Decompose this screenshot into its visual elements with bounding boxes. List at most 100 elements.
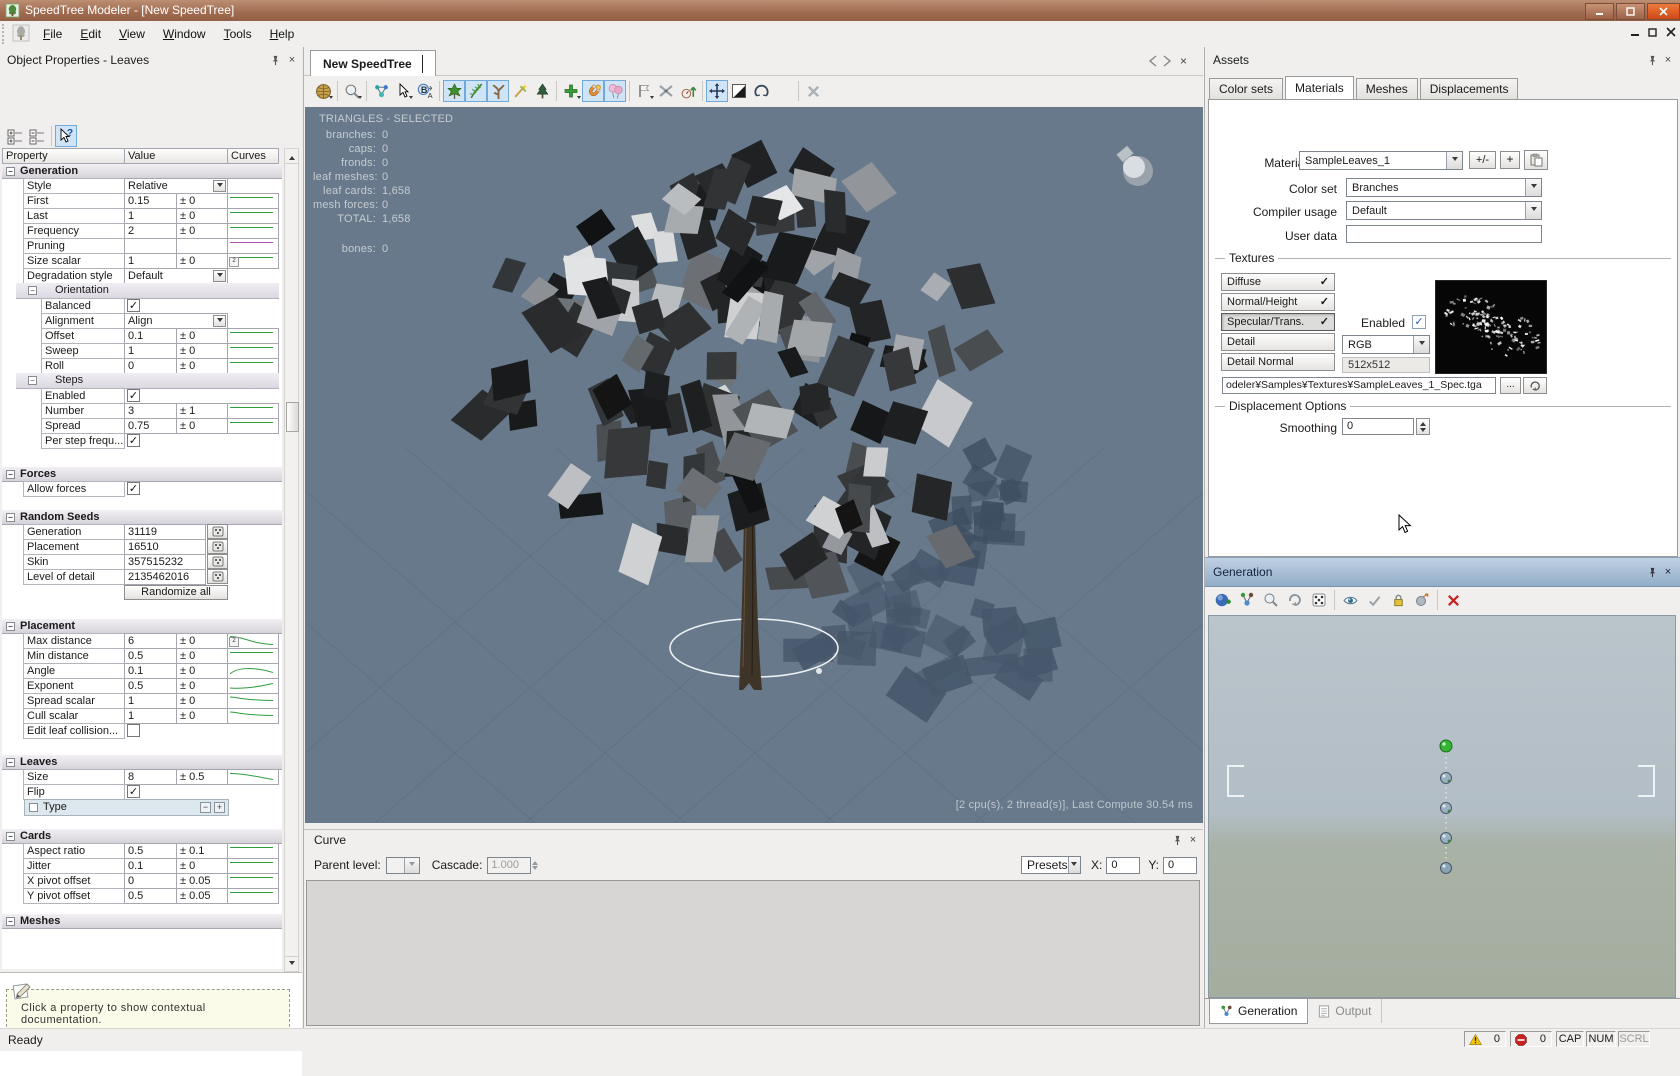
enable-check-icon[interactable] — [1362, 589, 1386, 611]
help-pointer-icon[interactable]: ? — [55, 125, 77, 147]
property-variance[interactable]: ± 0.1 — [176, 843, 228, 859]
y-field[interactable]: 0 — [1163, 856, 1197, 874]
collapse-icon[interactable]: − — [6, 167, 15, 176]
property-dropdown[interactable]: Default — [124, 268, 228, 284]
generation-pin-icon[interactable] — [1645, 565, 1659, 579]
parent-level-select[interactable] — [385, 856, 420, 874]
viewport-3d[interactable]: TRIANGLES - SELECTED branches: 0 caps: 0 fro… — [305, 107, 1203, 823]
color-set-select[interactable]: Branches — [1346, 178, 1542, 197]
mdi-minimize-icon[interactable] — [1630, 26, 1640, 40]
curve-thumbnail[interactable] — [227, 343, 279, 359]
curve-thumbnail[interactable] — [227, 403, 279, 419]
texture-slot-button[interactable]: Normal/Height ✓ — [1221, 293, 1335, 311]
property-value[interactable]: 3 — [124, 403, 177, 419]
property-value[interactable]: 1 — [124, 343, 177, 359]
warning-counter[interactable]: 0 — [1464, 1031, 1506, 1047]
curve-thumbnail[interactable] — [227, 223, 279, 239]
collapse-icon[interactable]: − — [6, 832, 15, 841]
section-header[interactable]: − Random Seeds — [2, 509, 282, 525]
generation-node-view[interactable] — [1208, 615, 1676, 998]
collapse-icon[interactable]: − — [6, 470, 15, 479]
property-checkbox[interactable]: ✓ — [127, 434, 140, 447]
scroll-down-icon[interactable] — [285, 956, 298, 971]
property-grid-scrollbar[interactable] — [284, 148, 299, 972]
mdi-close-icon[interactable] — [1666, 26, 1676, 40]
close-panel-icon[interactable]: × — [285, 53, 299, 67]
menu-item[interactable]: Edit — [71, 25, 110, 43]
tab-generation[interactable]: Generation — [1209, 999, 1309, 1024]
texture-slot-button[interactable]: Detail Normal✓ — [1221, 353, 1335, 371]
assets-tab[interactable]: Color sets — [1209, 78, 1284, 99]
property-variance[interactable]: ± 0 — [176, 678, 228, 694]
add-material-button[interactable]: + — [1500, 151, 1520, 169]
assets-pin-icon[interactable] — [1645, 53, 1659, 67]
maximize-button[interactable] — [1616, 3, 1645, 20]
collapse-icon[interactable]: − — [6, 917, 15, 926]
ring-handle[interactable] — [816, 668, 822, 674]
property-variance[interactable]: ± 0.5 — [176, 769, 228, 785]
collapse-icon[interactable]: − — [6, 622, 15, 631]
texture-slot-button[interactable]: Specular/Trans. ✓ — [1221, 313, 1335, 331]
randomize-dice-icon[interactable] — [1307, 589, 1331, 611]
curve-thumbnail[interactable] — [227, 858, 279, 874]
enabled-checkbox[interactable]: ✓ — [1412, 315, 1426, 329]
world-view-icon[interactable] — [312, 80, 334, 102]
randomize-all-button[interactable]: Randomize all — [124, 585, 228, 600]
expand-all-icon[interactable] — [4, 125, 26, 147]
node-graph-icon[interactable] — [1235, 589, 1259, 611]
property-value[interactable]: 0.1 — [124, 858, 177, 874]
property-checkbox[interactable]: ✓ — [127, 389, 140, 402]
property-variance[interactable]: ± 0 — [176, 208, 228, 224]
menu-item[interactable]: View — [110, 25, 154, 43]
paste-material-icon[interactable] — [1524, 150, 1548, 170]
subsection-header[interactable]: − Orientation — [16, 283, 279, 299]
property-checkbox[interactable] — [127, 724, 140, 737]
property-value[interactable]: 1 — [124, 253, 177, 269]
growth-tool-icon[interactable] — [677, 80, 699, 102]
section-header[interactable]: − Forces — [2, 466, 282, 482]
assets-close-icon[interactable]: × — [1661, 53, 1675, 67]
menu-item[interactable]: File — [34, 25, 71, 43]
curve-thumbnail[interactable] — [227, 208, 279, 224]
tree-node-root[interactable] — [1439, 739, 1453, 753]
assets-tab[interactable]: Displacements — [1419, 78, 1519, 99]
section-header[interactable]: − Cards — [2, 828, 282, 844]
delete-generator-icon[interactable] — [1441, 589, 1465, 611]
show-branches-icon[interactable] — [487, 80, 509, 102]
document-tab[interactable]: New SpeedTree — [310, 50, 436, 76]
column-value[interactable]: Value — [124, 148, 228, 164]
compiler-usage-select[interactable]: Default — [1346, 201, 1542, 220]
node-edit-icon[interactable] — [370, 80, 392, 102]
add-type-icon[interactable]: + — [214, 802, 225, 813]
property-value[interactable]: 0.5 — [124, 888, 177, 904]
tab-output[interactable]: Output — [1308, 999, 1383, 1023]
assets-tab[interactable]: Meshes — [1355, 78, 1418, 99]
property-value[interactable]: 0.5 — [124, 678, 177, 694]
whole-tree-icon[interactable] — [531, 80, 553, 102]
menu-item[interactable]: Help — [261, 25, 304, 43]
property-variance[interactable]: ± 0 — [176, 328, 228, 344]
assets-tab[interactable]: Materials — [1285, 76, 1354, 99]
property-variance[interactable]: ± 0 — [176, 708, 228, 724]
property-variance[interactable]: ± 0 — [176, 193, 228, 209]
property-dropdown[interactable]: Align — [124, 313, 228, 329]
property-variance[interactable]: ± 0 — [176, 693, 228, 709]
seed-value[interactable]: 2135462016 — [124, 569, 206, 585]
tree-node-3[interactable] — [1440, 832, 1452, 844]
user-data-field[interactable] — [1346, 225, 1542, 243]
curve-thumbnail[interactable] — [227, 888, 279, 904]
flag-tool-icon[interactable] — [633, 80, 655, 102]
property-value[interactable]: 0.15 — [124, 193, 177, 209]
close-button[interactable] — [1647, 3, 1680, 20]
curve-thumbnail[interactable] — [227, 678, 279, 694]
property-value[interactable] — [124, 238, 177, 254]
collapse-icon[interactable]: − — [6, 513, 15, 522]
cascade-field[interactable]: 1.000 — [487, 856, 532, 874]
seed-value[interactable]: 31119 — [124, 524, 206, 540]
property-checkbox[interactable]: ✓ — [127, 299, 140, 312]
property-value[interactable]: 1 — [124, 693, 177, 709]
property-variance[interactable]: ± 0 — [176, 253, 228, 269]
menu-item[interactable]: Window — [154, 25, 215, 43]
tab-close-icon[interactable]: × — [1180, 54, 1187, 68]
property-value[interactable]: 0.1 — [124, 663, 177, 679]
